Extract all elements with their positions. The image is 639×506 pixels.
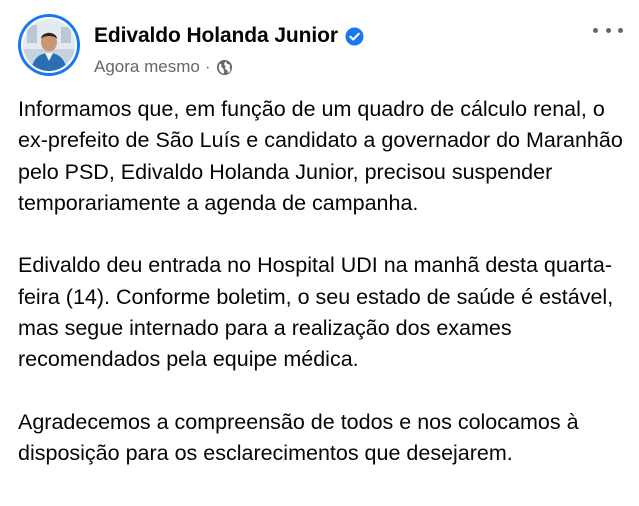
verified-badge-icon <box>345 26 364 46</box>
meta-separator: · <box>204 57 211 76</box>
post-meta: Agora mesmo · <box>94 56 233 78</box>
more-dot-icon <box>593 27 598 33</box>
avatar-photo <box>21 17 77 73</box>
more-options-button[interactable] <box>593 20 623 40</box>
globe-icon[interactable] <box>216 59 233 76</box>
post-paragraph-3: Agradecemos a compreensão de todos e nos… <box>18 409 579 466</box>
post-paragraph-2: Edivaldo deu entrada no Hospital UDI na … <box>18 253 614 372</box>
post-paragraph-1: Informamos que, em função de um quadro d… <box>18 97 623 215</box>
more-dot-icon <box>605 27 611 33</box>
author-avatar[interactable] <box>18 14 80 76</box>
post-header: Edivaldo Holanda Junior Agora mesmo · <box>18 14 625 78</box>
facebook-post: Edivaldo Holanda Junior Agora mesmo · In… <box>0 0 639 506</box>
author-name-row: Edivaldo Holanda Junior <box>94 22 364 50</box>
author-name[interactable]: Edivaldo Holanda Junior <box>94 24 338 48</box>
post-text: Informamos que, em função de um quadro d… <box>18 94 624 470</box>
post-timestamp[interactable]: Agora mesmo <box>94 57 200 77</box>
more-dot-icon <box>618 27 623 33</box>
